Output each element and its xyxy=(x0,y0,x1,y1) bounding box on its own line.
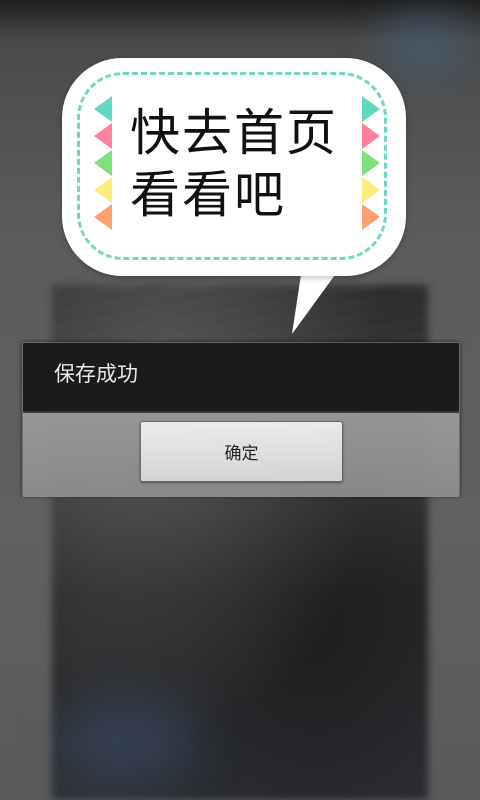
triangle-icon xyxy=(362,123,380,149)
triangle-icon xyxy=(94,150,112,176)
triangle-icon xyxy=(94,123,112,149)
triangle-icon xyxy=(362,204,380,230)
triangle-icon xyxy=(94,204,112,230)
triangle-icon xyxy=(362,96,380,122)
bubble-message: 快去首页 看看吧 xyxy=(130,102,358,226)
screen: 快去首页 看看吧 保存成功 确定 xyxy=(0,0,480,800)
dialog-header: 保存成功 xyxy=(23,343,459,413)
bubble-line-2: 看看吧 xyxy=(130,166,286,224)
dialog-button-bar: 确定 xyxy=(23,413,459,497)
save-success-dialog: 保存成功 确定 xyxy=(22,342,460,497)
triangle-icon xyxy=(94,177,112,203)
triangle-stack-left xyxy=(94,96,114,236)
bubble-line-1: 快去首页 xyxy=(130,104,338,162)
background-blur xyxy=(380,10,470,80)
triangle-icon xyxy=(94,96,112,122)
speech-bubble: 快去首页 看看吧 xyxy=(62,58,406,276)
confirm-button[interactable]: 确定 xyxy=(140,421,343,482)
triangle-icon xyxy=(362,150,380,176)
dialog-title: 保存成功 xyxy=(54,362,138,386)
background-blur xyxy=(60,700,200,780)
triangle-icon xyxy=(362,177,380,203)
triangle-stack-right xyxy=(362,96,382,236)
